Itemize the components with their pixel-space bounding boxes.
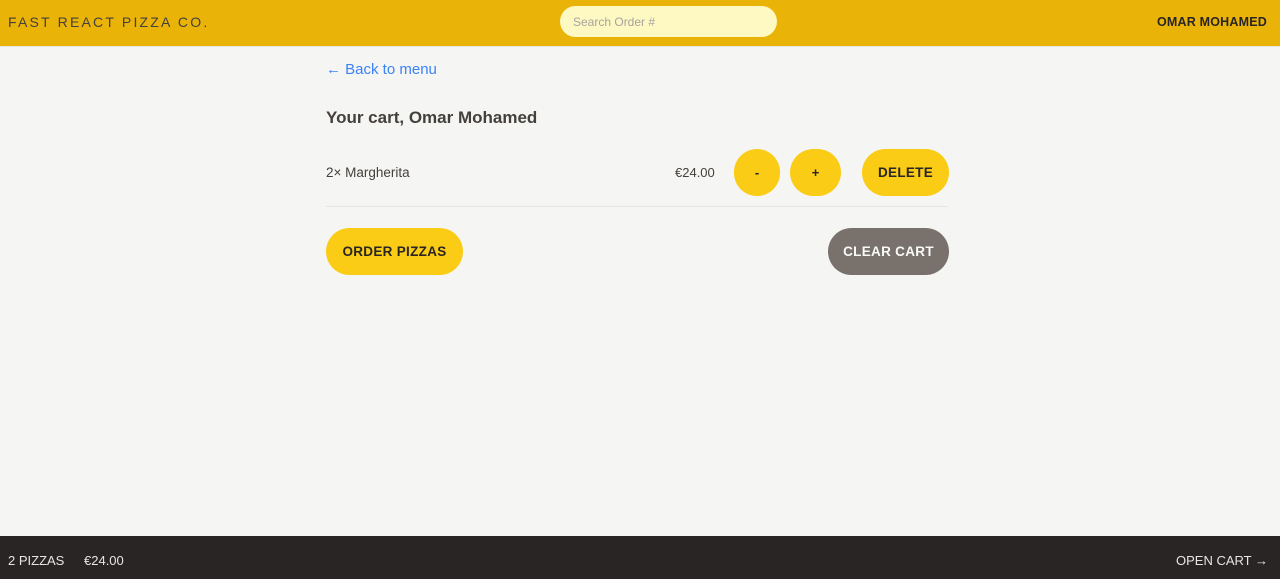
cart-title: Your cart, Omar Mohamed: [326, 108, 538, 127]
back-to-menu-link[interactable]: ← Back to menu: [326, 61, 437, 78]
open-cart-link[interactable]: Open cart →: [1176, 553, 1268, 568]
search-order-input[interactable]: [560, 6, 777, 37]
order-pizzas-button[interactable]: Order pizzas: [326, 228, 463, 275]
cart-item: 2× Margherita €24.00 - + Delete: [326, 148, 949, 207]
increase-quantity-button[interactable]: +: [790, 149, 841, 196]
app-header: Fast React Pizza Co. Omar Mohamed: [0, 0, 1280, 47]
app-logo[interactable]: Fast React Pizza Co.: [8, 14, 209, 30]
cart-total-price: €24.00: [84, 553, 124, 568]
cart-item-name: 2× Margherita: [326, 165, 410, 180]
cart-pizza-count: 2 pizzas: [8, 553, 65, 568]
clear-cart-button[interactable]: Clear cart: [828, 228, 949, 275]
cart-overview-footer: 2 pizzas €24.00 Open cart →: [0, 536, 1280, 579]
cart-item-price: €24.00: [675, 165, 715, 180]
delete-item-button[interactable]: Delete: [862, 149, 949, 196]
username: Omar Mohamed: [1156, 15, 1267, 29]
decrease-quantity-button[interactable]: -: [734, 149, 780, 196]
